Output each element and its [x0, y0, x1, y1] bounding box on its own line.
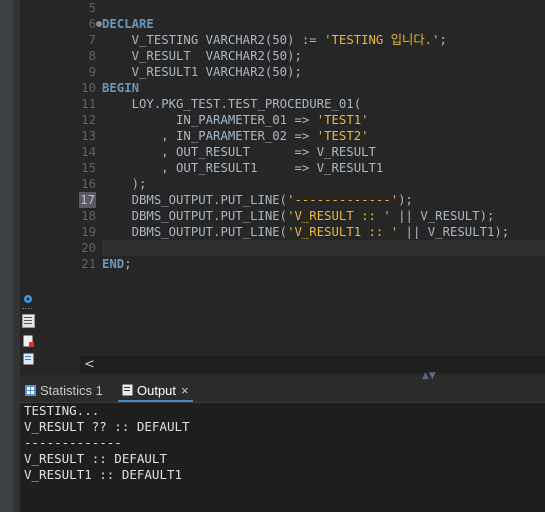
code-token: V_RESULT VARCHAR2(50);: [102, 49, 302, 63]
code-token: ;: [439, 33, 447, 47]
code-line[interactable]: V_TESTING VARCHAR2(50) := 'TESTING 입니다.'…: [102, 32, 545, 48]
code-line[interactable]: V_RESULT1 VARCHAR2(50);: [102, 64, 545, 80]
document-icon[interactable]: [22, 313, 35, 332]
script-file-icon[interactable]: [23, 350, 34, 369]
code-token: || V_RESULT1);: [398, 225, 510, 239]
string-token: 'V_RESULT :: ': [287, 209, 391, 223]
output-line: V_RESULT :: DEFAULT: [24, 451, 167, 466]
code-token: DBMS_OUTPUT.PUT_LINE(: [102, 225, 288, 239]
code-token: DBMS_OUTPUT.PUT_LINE(: [102, 193, 288, 207]
tab-statistics[interactable]: Statistics 1: [25, 380, 103, 402]
code-line[interactable]: );: [102, 176, 545, 192]
line-number: 18: [81, 209, 96, 223]
tab-statistics-label: Statistics 1: [40, 383, 103, 398]
keyword-token: DECLARE: [102, 17, 154, 31]
output-line: V_RESULT1 :: DEFAULT1: [24, 467, 183, 482]
code-token: LOY.PKG_TEST.TEST_PROCEDURE_01(: [102, 97, 362, 111]
code-line[interactable]: IN_PARAMETER_01 => 'TEST1': [102, 112, 545, 128]
line-number: 9: [88, 65, 96, 79]
string-token: 'TEST1': [316, 113, 369, 127]
line-number: 6: [64, 16, 102, 32]
code-token: DBMS_OUTPUT.PUT_LINE(: [102, 209, 288, 223]
code-line[interactable]: [102, 240, 545, 256]
output-icon: [122, 381, 133, 403]
sql-editor[interactable]: 5 6 7 8 9 10 11 12 13 14 15 16 17 18 19 20 21 DECLARE V_…: [20, 0, 545, 375]
keyword-token: END: [102, 257, 125, 271]
line-number: 10: [81, 81, 96, 95]
code-token: V_TESTING VARCHAR2(50) :=: [102, 33, 325, 47]
code-line[interactable]: END;: [102, 256, 545, 272]
line-number: 17: [79, 192, 96, 208]
code-token: , OUT_RESULT => V_RESULT: [102, 145, 376, 159]
line-number: 7: [88, 33, 96, 47]
result-tabs: Statistics 1 Output ×: [20, 380, 545, 403]
horizontal-scrollbar[interactable]: <: [80, 356, 545, 373]
code-line[interactable]: DBMS_OUTPUT.PUT_LINE('-------------');: [102, 192, 545, 208]
code-token: IN_PARAMETER_01 =>: [102, 113, 317, 127]
code-token: , IN_PARAMETER_02 =>: [102, 129, 317, 143]
output-line: TESTING...: [24, 403, 100, 418]
code-token: );: [398, 193, 413, 207]
line-number: 14: [81, 145, 96, 159]
code-line[interactable]: , OUT_RESULT1 => V_RESULT1: [102, 160, 545, 176]
code-line[interactable]: V_RESULT VARCHAR2(50);: [102, 48, 545, 64]
code-token: ;: [124, 257, 132, 271]
line-number: 16: [81, 177, 96, 191]
line-number: 19: [81, 225, 96, 239]
string-token: 'TESTING 입니다.': [324, 33, 440, 47]
code-token: || V_RESULT);: [390, 209, 495, 223]
line-number-gutter: 5 6 7 8 9 10 11 12 13 14 15 16 17 18 19 20 21: [64, 0, 102, 272]
code-line[interactable]: DBMS_OUTPUT.PUT_LINE('V_RESULT :: ' || V…: [102, 208, 545, 224]
code-token: V_RESULT1 VARCHAR2(50);: [102, 65, 302, 79]
line-number: 11: [81, 97, 96, 111]
tab-output[interactable]: Output ×: [118, 380, 193, 402]
left-tool-strip-border: [13, 0, 20, 512]
left-tool-strip: [0, 0, 13, 512]
code-token: , OUT_RESULT1 => V_RESULT1: [102, 161, 384, 175]
code-line[interactable]: DECLARE: [102, 16, 545, 32]
line-number: 13: [81, 129, 96, 143]
code-line[interactable]: BEGIN: [102, 80, 545, 96]
output-line: V_RESULT ?? :: DEFAULT: [24, 419, 190, 434]
code-line[interactable]: , OUT_RESULT => V_RESULT: [102, 144, 545, 160]
more-icon[interactable]: ....: [22, 303, 32, 311]
line-number: 15: [81, 161, 96, 175]
string-token: 'V_RESULT1 :: ': [287, 225, 399, 239]
output-panel[interactable]: TESTING... V_RESULT ?? :: DEFAULT --------…: [20, 403, 545, 512]
string-token: 'TEST2': [316, 129, 369, 143]
code-line[interactable]: LOY.PKG_TEST.TEST_PROCEDURE_01(: [102, 96, 545, 112]
string-token: '-------------': [287, 193, 399, 207]
line-number: 21: [81, 257, 96, 271]
scroll-left-arrow[interactable]: <: [84, 356, 95, 373]
line-number: 20: [81, 241, 96, 255]
statistics-icon: [25, 381, 36, 403]
output-line: -------------: [24, 435, 122, 450]
line-number: 12: [81, 113, 96, 127]
line-number: 8: [88, 49, 96, 63]
tab-output-label: Output: [137, 383, 177, 398]
code-line[interactable]: , IN_PARAMETER_02 => 'TEST2': [102, 128, 545, 144]
line-number: 5: [88, 1, 96, 15]
code-line[interactable]: [102, 0, 545, 16]
close-icon[interactable]: ×: [181, 383, 189, 398]
keyword-token: BEGIN: [102, 81, 140, 95]
code-token: );: [102, 177, 147, 191]
code-area[interactable]: DECLARE V_TESTING VARCHAR2(50) := 'TESTI…: [102, 0, 545, 272]
code-line[interactable]: DBMS_OUTPUT.PUT_LINE('V_RESULT1 :: ' || …: [102, 224, 545, 240]
